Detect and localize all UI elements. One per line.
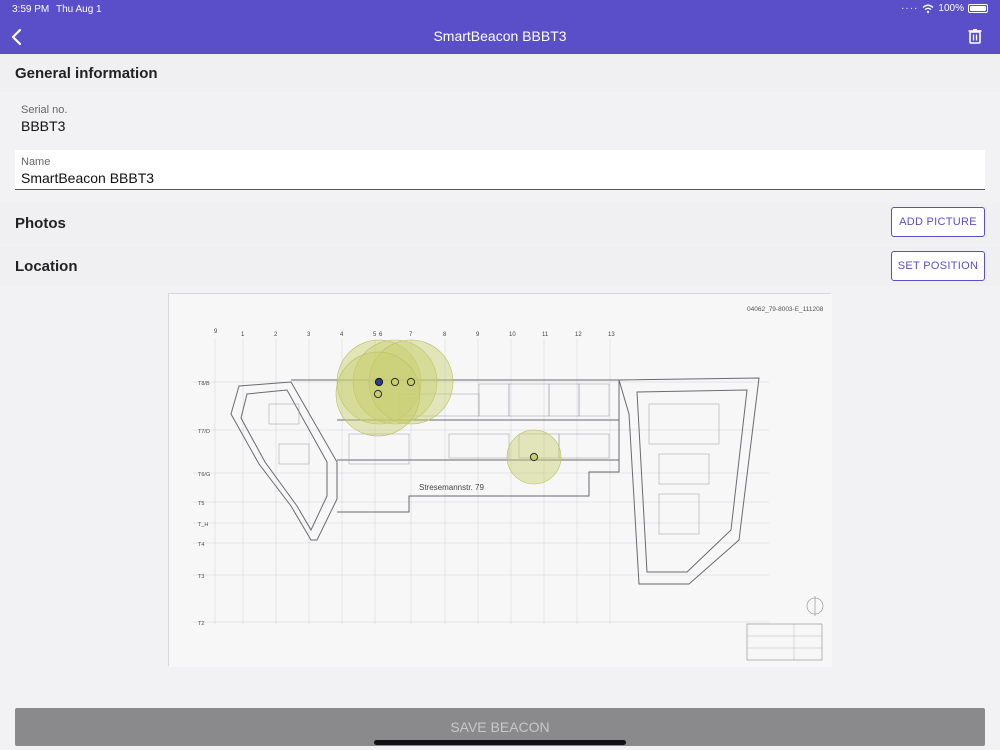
beacon-marker (390, 377, 400, 387)
set-position-button[interactable]: SET POSITION (891, 251, 985, 281)
trash-icon (968, 29, 982, 44)
dots-icon: ···· (901, 3, 919, 14)
battery-percent: 100% (938, 3, 964, 14)
beacon-marker (373, 389, 383, 399)
battery-icon (968, 4, 988, 13)
status-icons: ···· 100% (901, 3, 988, 14)
name-field[interactable]: Name SmartBeacon BBBT3 (15, 150, 985, 190)
svg-text:12: 12 (575, 332, 582, 338)
add-picture-button[interactable]: ADD PICTURE (891, 207, 985, 237)
beacon-marker (529, 452, 539, 462)
general-section-heading: General information (0, 54, 1000, 92)
serial-field: Serial no. BBBT3 (15, 104, 985, 134)
wifi-icon (922, 4, 934, 13)
name-label: Name (21, 156, 51, 168)
photos-section-heading: Photos (0, 203, 1000, 243)
home-indicator (374, 740, 626, 745)
page-title: SmartBeacon BBBT3 (433, 28, 567, 44)
serial-value: BBBT3 (21, 118, 66, 134)
beacon-marker-selected (374, 377, 384, 387)
serial-label: Serial no. (21, 104, 68, 116)
floor-plan-drawing: 04062_79-8003-E_111208 9 1 2 3 4 5 6 7 8… (169, 294, 832, 667)
svg-text:11: 11 (542, 332, 549, 338)
name-value[interactable]: SmartBeacon BBBT3 (21, 170, 979, 186)
status-date: Thu Aug 1 (56, 4, 102, 15)
floor-plan[interactable]: 04062_79-8003-E_111208 9 1 2 3 4 5 6 7 8… (168, 293, 832, 667)
beacon-marker (406, 377, 416, 387)
svg-text:13: 13 (608, 332, 615, 338)
location-section-heading: Location (0, 246, 1000, 286)
nav-bar: 3:59 PM Thu Aug 1 ···· 100% SmartBeacon … (0, 0, 1000, 54)
drawing-id: 04062_79-8003-E_111208 (747, 306, 824, 313)
street-label: Stresemannstr. 79 (419, 483, 484, 492)
svg-text:10: 10 (509, 332, 516, 338)
delete-button[interactable] (966, 27, 984, 45)
status-time: 3:59 PM (12, 4, 50, 15)
